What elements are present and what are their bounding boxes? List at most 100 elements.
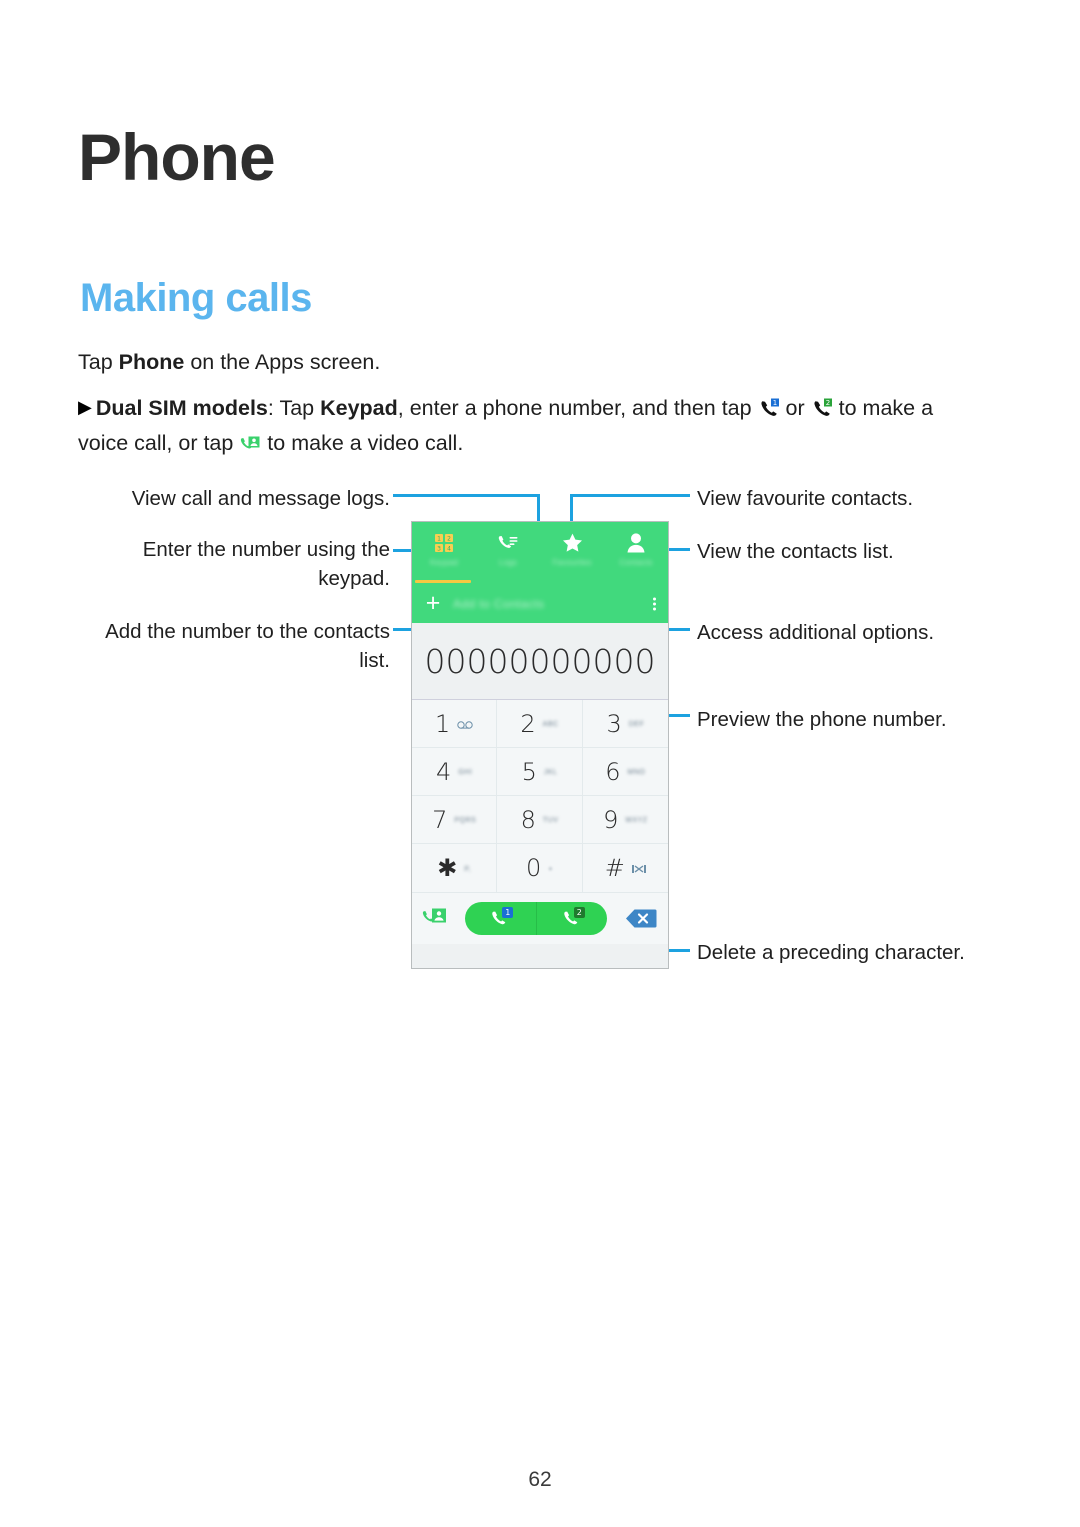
key-digit: 8 [520, 805, 536, 834]
phone-number-value: 00000000000 [424, 641, 656, 681]
backspace-button[interactable] [624, 908, 658, 930]
tab-logs[interactable]: Logs [476, 522, 540, 584]
more-vertical-icon[interactable] [653, 597, 656, 610]
dual-sim-bold: Dual SIM models [95, 396, 268, 420]
tab-logs-label: Logs [498, 558, 518, 567]
tab-favourites[interactable]: Favourites [540, 522, 604, 584]
call-sim1-icon: 1 [758, 397, 780, 419]
key-digit: 7 [432, 805, 448, 834]
dialer-action-bar: 1 2 [412, 892, 668, 944]
plus-icon[interactable]: + [421, 591, 445, 616]
dialpad-key-star[interactable]: ✱ P, [412, 844, 498, 892]
voicemail-icon [457, 720, 473, 729]
svg-text:1: 1 [437, 535, 441, 542]
star-icon [562, 532, 583, 554]
tab-keypad[interactable]: 1 2 3 4 Keypad [412, 522, 476, 584]
svg-text:2: 2 [825, 399, 829, 407]
tab-favourites-label: Favourites [552, 558, 592, 567]
phone-number-display: 00000000000 [412, 623, 668, 700]
key-digit: 9 [603, 805, 619, 834]
call-sim2-icon: 2 [811, 397, 833, 419]
key-letters: WXYZ [625, 817, 648, 824]
dialpad: 1 2 ABC 3 DEF 4 GHI 5 JKL 6 MNO 7 PQRS 8… [412, 700, 668, 892]
key-digit: 4 [436, 757, 452, 786]
call-logs-icon [497, 532, 519, 554]
pause-wait-icon [631, 864, 646, 874]
callout-access-additional-options: Access additional options. [697, 621, 935, 644]
key-letters: P, [464, 865, 472, 873]
svg-text:2: 2 [447, 535, 451, 542]
keypad-bold: Keypad [320, 396, 398, 420]
tab-contacts-label: Contacts [619, 558, 653, 567]
tab-selected-underline [415, 580, 471, 583]
dialpad-key-1[interactable]: 1 [412, 700, 498, 748]
key-letters: GHI [458, 769, 473, 776]
bullet-triangle-icon: ▶ [78, 397, 92, 417]
key-letters: DEF [628, 721, 645, 728]
sim1-badge: 1 [502, 907, 514, 918]
dialpad-key-5[interactable]: 5 JKL [497, 748, 583, 796]
key-letters: MNO [627, 769, 646, 776]
key-letters: JKL [543, 769, 558, 776]
app-name-bold: Phone [118, 350, 185, 374]
phone-dialer-screenshot: 1 2 3 4 Keypad Logs Favourites Contacts … [411, 521, 669, 969]
instruction-text: Tap Phone on the Apps screen. ▶ Dual SIM … [78, 345, 978, 472]
person-icon [627, 532, 645, 554]
call-sim2-button[interactable]: 2 [535, 902, 608, 935]
key-letters: ABC [542, 721, 559, 728]
text-fragment: or [779, 396, 811, 420]
svg-text:4: 4 [447, 545, 451, 552]
callout-view-the-contacts-list: View the contacts list. [697, 540, 894, 563]
svg-text:1: 1 [772, 399, 776, 407]
key-digit: 2 [520, 709, 536, 738]
text-fragment: : Tap [267, 396, 321, 420]
page-number: 62 [528, 1468, 552, 1491]
dialpad-key-3[interactable]: 3 DEF [582, 700, 668, 748]
dialpad-key-hash[interactable]: # [583, 844, 668, 892]
key-digit: 1 [435, 709, 451, 738]
dialpad-key-6[interactable]: 6 MNO [582, 748, 668, 796]
callout-preview-the-phone-number: Preview the phone number. [697, 708, 947, 731]
instruction-line-2: ▶ Dual SIM models: Tap Keypad, enter a ph… [78, 391, 978, 460]
callout-view-favourite-contacts: View favourite contacts. [697, 487, 914, 510]
tab-keypad-label: Keypad [429, 558, 459, 567]
key-letters: + [548, 865, 553, 873]
key-letters: PQRS [454, 817, 477, 824]
key-digit: # [604, 854, 625, 882]
text-fragment: on the Apps screen. [184, 350, 381, 374]
callout-add-the-number-to-the-contacts-list: Add the number to the contacts list. [105, 620, 390, 672]
section-heading: Making calls [80, 276, 312, 320]
tab-contacts[interactable]: Contacts [604, 522, 668, 584]
text-fragment: , enter a phone number, and then tap [397, 396, 758, 420]
sim2-badge: 2 [573, 907, 585, 918]
dialpad-key-2[interactable]: 2 ABC [497, 700, 583, 748]
dialpad-key-9[interactable]: 9 WXYZ [582, 796, 668, 844]
dialer-tabbar: 1 2 3 4 Keypad Logs Favourites Contacts [412, 522, 668, 584]
key-digit: 0 [526, 854, 542, 882]
text-fragment: to make a video call. [261, 431, 464, 455]
dialpad-key-0[interactable]: 0 + [497, 844, 583, 892]
callout-view-call-and-message-logs: View call and message logs. [131, 487, 390, 510]
leader-line-favourites-h [570, 494, 690, 497]
keypad-grid-icon: 1 2 3 4 [434, 532, 454, 554]
key-digit: 6 [605, 757, 621, 786]
text-fragment: Tap [78, 350, 119, 374]
add-to-contacts-row[interactable]: + Add to Contacts [412, 584, 668, 623]
call-sim1-button[interactable]: 1 [465, 902, 536, 935]
dialer-header: 1 2 3 4 Keypad Logs Favourites Contacts … [412, 522, 668, 623]
video-call-button[interactable] [422, 905, 448, 932]
callout-enter-the-number-using-the-keypad: Enter the number using the keypad. [142, 538, 390, 590]
dialpad-key-8[interactable]: 8 TUV [497, 796, 583, 844]
key-digit: 5 [521, 757, 537, 786]
svg-text:3: 3 [437, 545, 441, 552]
add-to-contacts-label: Add to Contacts [453, 596, 545, 611]
key-digit: ✱ [437, 854, 458, 882]
dialpad-key-4[interactable]: 4 GHI [412, 748, 498, 796]
dialpad-key-7[interactable]: 7 PQRS [412, 796, 498, 844]
instruction-line-1: Tap Phone on the Apps screen. [78, 345, 978, 379]
leader-line-logs-h [393, 494, 540, 497]
page-title: Phone [78, 120, 276, 194]
manual-page: Phone Making calls Tap Phone on the Apps… [0, 0, 1080, 1527]
video-call-icon [239, 432, 261, 454]
callout-delete-a-preceding-character: Delete a preceding character. [697, 941, 965, 964]
